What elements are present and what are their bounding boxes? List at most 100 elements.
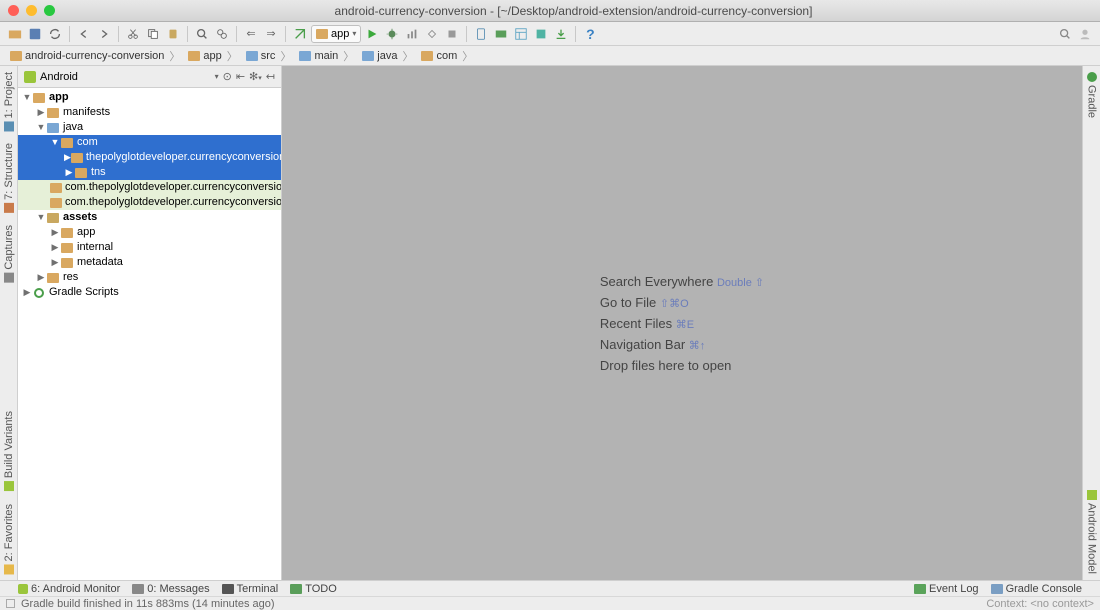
profile-icon[interactable] <box>403 25 421 43</box>
expand-icon[interactable]: ▼ <box>22 90 32 105</box>
undo-icon[interactable] <box>75 25 93 43</box>
gear-icon[interactable]: ✻▾ <box>249 70 262 83</box>
expand-icon[interactable]: ▶ <box>64 165 74 180</box>
scroll-to-icon[interactable]: ⊙ <box>223 70 232 83</box>
breadcrumb: android-currency-conversion〉app〉src〉main… <box>0 46 1100 66</box>
folder-icon <box>246 51 258 61</box>
debug-icon[interactable] <box>383 25 401 43</box>
node-label: java <box>63 120 83 135</box>
tree-node[interactable]: ▶ metadata <box>18 255 281 270</box>
crumb-label: main <box>314 50 338 62</box>
project-tree[interactable]: ▼app▶manifests▼java▼com▶thepolyglotdevel… <box>18 88 281 580</box>
breadcrumb-item[interactable]: app〉 <box>184 48 241 64</box>
tree-node[interactable]: ▶Gradle Scripts <box>18 285 281 300</box>
cut-icon[interactable] <box>124 25 142 43</box>
sdk-icon[interactable] <box>492 25 510 43</box>
open-icon[interactable] <box>6 25 24 43</box>
tree-node[interactable]: ▼ assets <box>18 210 281 225</box>
stop-icon[interactable] <box>443 25 461 43</box>
welcome-hints: Search Everywhere Double ⇧Go to File ⇧⌘O… <box>600 268 764 379</box>
sync-icon[interactable] <box>46 25 64 43</box>
find-icon[interactable] <box>193 25 211 43</box>
help-icon[interactable]: ? <box>581 25 599 43</box>
user-icon[interactable] <box>1076 25 1094 43</box>
download-icon[interactable] <box>552 25 570 43</box>
tab-build-variants[interactable]: Build Variants <box>3 405 15 497</box>
breadcrumb-item[interactable]: android-currency-conversion〉 <box>6 48 184 64</box>
expand-icon[interactable]: ▶ <box>50 225 60 240</box>
run-icon[interactable] <box>363 25 381 43</box>
node-label: com.thepolyglotdeveloper.currencyconvers… <box>65 195 281 210</box>
expand-icon[interactable]: ▶ <box>36 270 46 285</box>
tab-event-log[interactable]: Event Log <box>914 583 979 595</box>
folder-icon <box>299 51 311 61</box>
chevron-right-icon: 〉 <box>280 48 291 64</box>
save-icon[interactable] <box>26 25 44 43</box>
forward-icon[interactable]: ⇒ <box>262 25 280 43</box>
node-label: res <box>63 270 78 285</box>
editor-area[interactable]: Search Everywhere Double ⇧Go to File ⇧⌘O… <box>282 66 1082 580</box>
expand-icon[interactable]: ▼ <box>36 210 46 225</box>
zoom-window-button[interactable] <box>44 5 55 16</box>
tab-favorites[interactable]: 2: Favorites <box>3 498 15 580</box>
tab-android-monitor[interactable]: 6: Android Monitor <box>18 583 120 595</box>
redo-icon[interactable] <box>95 25 113 43</box>
minimize-window-button[interactable] <box>26 5 37 16</box>
expand-icon[interactable]: ▼ <box>50 135 60 150</box>
tab-android-model[interactable]: Android Model <box>1086 484 1098 580</box>
tree-node[interactable]: ▼ java <box>18 120 281 135</box>
tree-node[interactable]: ▶ manifests <box>18 105 281 120</box>
tree-node[interactable]: com.thepolyglotdeveloper.currencyconvers… <box>18 180 281 195</box>
breadcrumb-item[interactable]: src〉 <box>242 48 296 64</box>
expand-icon[interactable]: ▶ <box>64 150 71 165</box>
tree-node[interactable]: com.thepolyglotdeveloper.currencyconvers… <box>18 195 281 210</box>
tab-structure[interactable]: 7: Structure <box>3 137 15 219</box>
run-config-selector[interactable]: app ▾ <box>311 25 361 43</box>
folder-y-icon <box>50 182 62 194</box>
hide-icon[interactable]: ↤ <box>266 70 275 83</box>
theme-icon[interactable] <box>532 25 550 43</box>
status-indicator-icon[interactable] <box>6 599 15 608</box>
breadcrumb-item[interactable]: main〉 <box>295 48 358 64</box>
tab-messages[interactable]: 0: Messages <box>132 583 209 595</box>
replace-icon[interactable] <box>213 25 231 43</box>
tab-captures[interactable]: Captures <box>3 219 15 289</box>
attach-icon[interactable] <box>423 25 441 43</box>
tab-project[interactable]: 1: Project <box>3 66 15 137</box>
avd-icon[interactable] <box>472 25 490 43</box>
tree-node[interactable]: ▶ res <box>18 270 281 285</box>
tree-node[interactable]: ▶internal <box>18 240 281 255</box>
tree-node[interactable]: ▼app <box>18 90 281 105</box>
tree-node[interactable]: ▶tns <box>18 165 281 180</box>
tab-gradle-console[interactable]: Gradle Console <box>991 583 1082 595</box>
node-label: metadata <box>77 255 123 270</box>
folder-y-icon <box>46 107 60 119</box>
search-everywhere-icon[interactable] <box>1056 25 1074 43</box>
expand-icon[interactable]: ▼ <box>36 120 46 135</box>
breadcrumb-item[interactable]: com〉 <box>417 48 477 64</box>
breadcrumb-item[interactable]: java〉 <box>358 48 417 64</box>
expand-icon[interactable]: ▶ <box>50 240 60 255</box>
expand-icon[interactable]: ▶ <box>36 105 46 120</box>
welcome-hint: Recent Files ⌘E <box>600 316 764 331</box>
project-view-selector[interactable]: Android ▾ <box>24 71 219 83</box>
layout-icon[interactable] <box>512 25 530 43</box>
tree-node[interactable]: ▶app <box>18 225 281 240</box>
make-icon[interactable] <box>291 25 309 43</box>
copy-icon[interactable] <box>144 25 162 43</box>
tab-terminal[interactable]: Terminal <box>222 583 279 595</box>
tab-gradle[interactable]: Gradle <box>1086 66 1098 124</box>
paste-icon[interactable] <box>164 25 182 43</box>
node-label: manifests <box>63 105 110 120</box>
collapse-icon[interactable]: ⇤ <box>236 70 245 83</box>
close-window-button[interactable] <box>8 5 19 16</box>
node-label: assets <box>63 210 97 225</box>
tab-todo[interactable]: TODO <box>290 583 337 595</box>
status-context[interactable]: Context: <no context> <box>986 598 1094 610</box>
expand-icon[interactable]: ▶ <box>22 285 32 300</box>
tree-node[interactable]: ▼com <box>18 135 281 150</box>
folder-y-icon <box>60 227 74 239</box>
back-icon[interactable]: ⇐ <box>242 25 260 43</box>
tree-node[interactable]: ▶thepolyglotdeveloper.currencyconversion <box>18 150 281 165</box>
expand-icon[interactable]: ▶ <box>50 255 60 270</box>
